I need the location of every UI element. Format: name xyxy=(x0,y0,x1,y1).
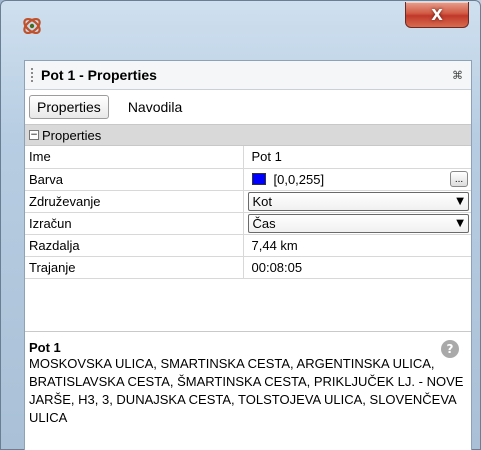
select-value: Čas xyxy=(252,215,276,231)
property-value: 00:08:05 xyxy=(251,259,303,275)
property-value[interactable]: [0,0,255] xyxy=(274,172,325,187)
property-row-zdruzevanje[interactable]: Združevanje Kot ▼ xyxy=(25,190,471,213)
chevron-down-icon[interactable]: ▼ xyxy=(456,196,464,207)
property-name: Združevanje xyxy=(25,190,244,213)
property-value: 7,44 km xyxy=(251,237,298,253)
section-label: Properties xyxy=(42,127,102,143)
panel-title: Pot 1 - Properties xyxy=(41,67,157,83)
property-row-razdalja[interactable]: Razdalja 7,44 km xyxy=(25,234,471,257)
close-button[interactable]: X xyxy=(405,2,469,28)
collapse-icon[interactable]: − xyxy=(29,130,39,140)
tab-navodila[interactable]: Navodila xyxy=(121,96,189,118)
pin-icon[interactable]: ⌘ xyxy=(452,69,463,82)
color-picker-button[interactable]: ... xyxy=(450,171,468,187)
property-value[interactable]: Pot 1 xyxy=(248,147,472,167)
properties-panel: Pot 1 - Properties ⌘ Properties Navodila… xyxy=(24,60,472,450)
properties-window: X Pot 1 - Properties ⌘ Properties Navodi… xyxy=(0,0,481,450)
grouping-select[interactable]: Kot ▼ xyxy=(247,191,469,211)
property-row-ime[interactable]: Ime Pot 1 xyxy=(25,146,472,169)
select-value: Kot xyxy=(252,193,273,209)
mapsoft-logo-icon xyxy=(23,17,41,35)
property-name: Trajanje xyxy=(25,256,244,279)
chevron-down-icon[interactable]: ▼ xyxy=(456,218,464,229)
property-row-trajanje[interactable]: Trajanje 00:08:05 xyxy=(25,256,471,279)
panel-header: Pot 1 - Properties ⌘ xyxy=(25,61,471,90)
property-name: Razdalja xyxy=(25,234,244,257)
description-pane: ? Pot 1 MOSKOVSKA ULICA, SMARTINSKA CEST… xyxy=(25,331,471,450)
property-grid: Ime Pot 1 Barva [0,0,255] ... Združevanj… xyxy=(25,146,471,279)
help-icon[interactable]: ? xyxy=(441,340,459,358)
description-title: Pot 1 xyxy=(29,340,61,355)
drag-grip-icon[interactable] xyxy=(31,68,35,82)
close-icon: X xyxy=(431,5,443,24)
property-name: Ime xyxy=(25,146,244,169)
section-properties[interactable]: − Properties xyxy=(25,124,471,146)
tab-properties[interactable]: Properties xyxy=(29,95,109,119)
title-bar[interactable]: X xyxy=(1,1,480,47)
tab-bar: Properties Navodila xyxy=(25,90,471,124)
property-row-barva[interactable]: Barva [0,0,255] ... xyxy=(25,168,471,191)
description-text: MOSKOVSKA ULICA, SMARTINSKA CESTA, ARGEN… xyxy=(29,356,464,425)
calculation-select[interactable]: Čas ▼ xyxy=(247,213,469,233)
property-row-izracun[interactable]: Izračun Čas ▼ xyxy=(25,212,471,235)
property-name: Barva xyxy=(25,168,244,191)
property-name: Izračun xyxy=(25,212,244,235)
color-swatch xyxy=(251,173,266,185)
